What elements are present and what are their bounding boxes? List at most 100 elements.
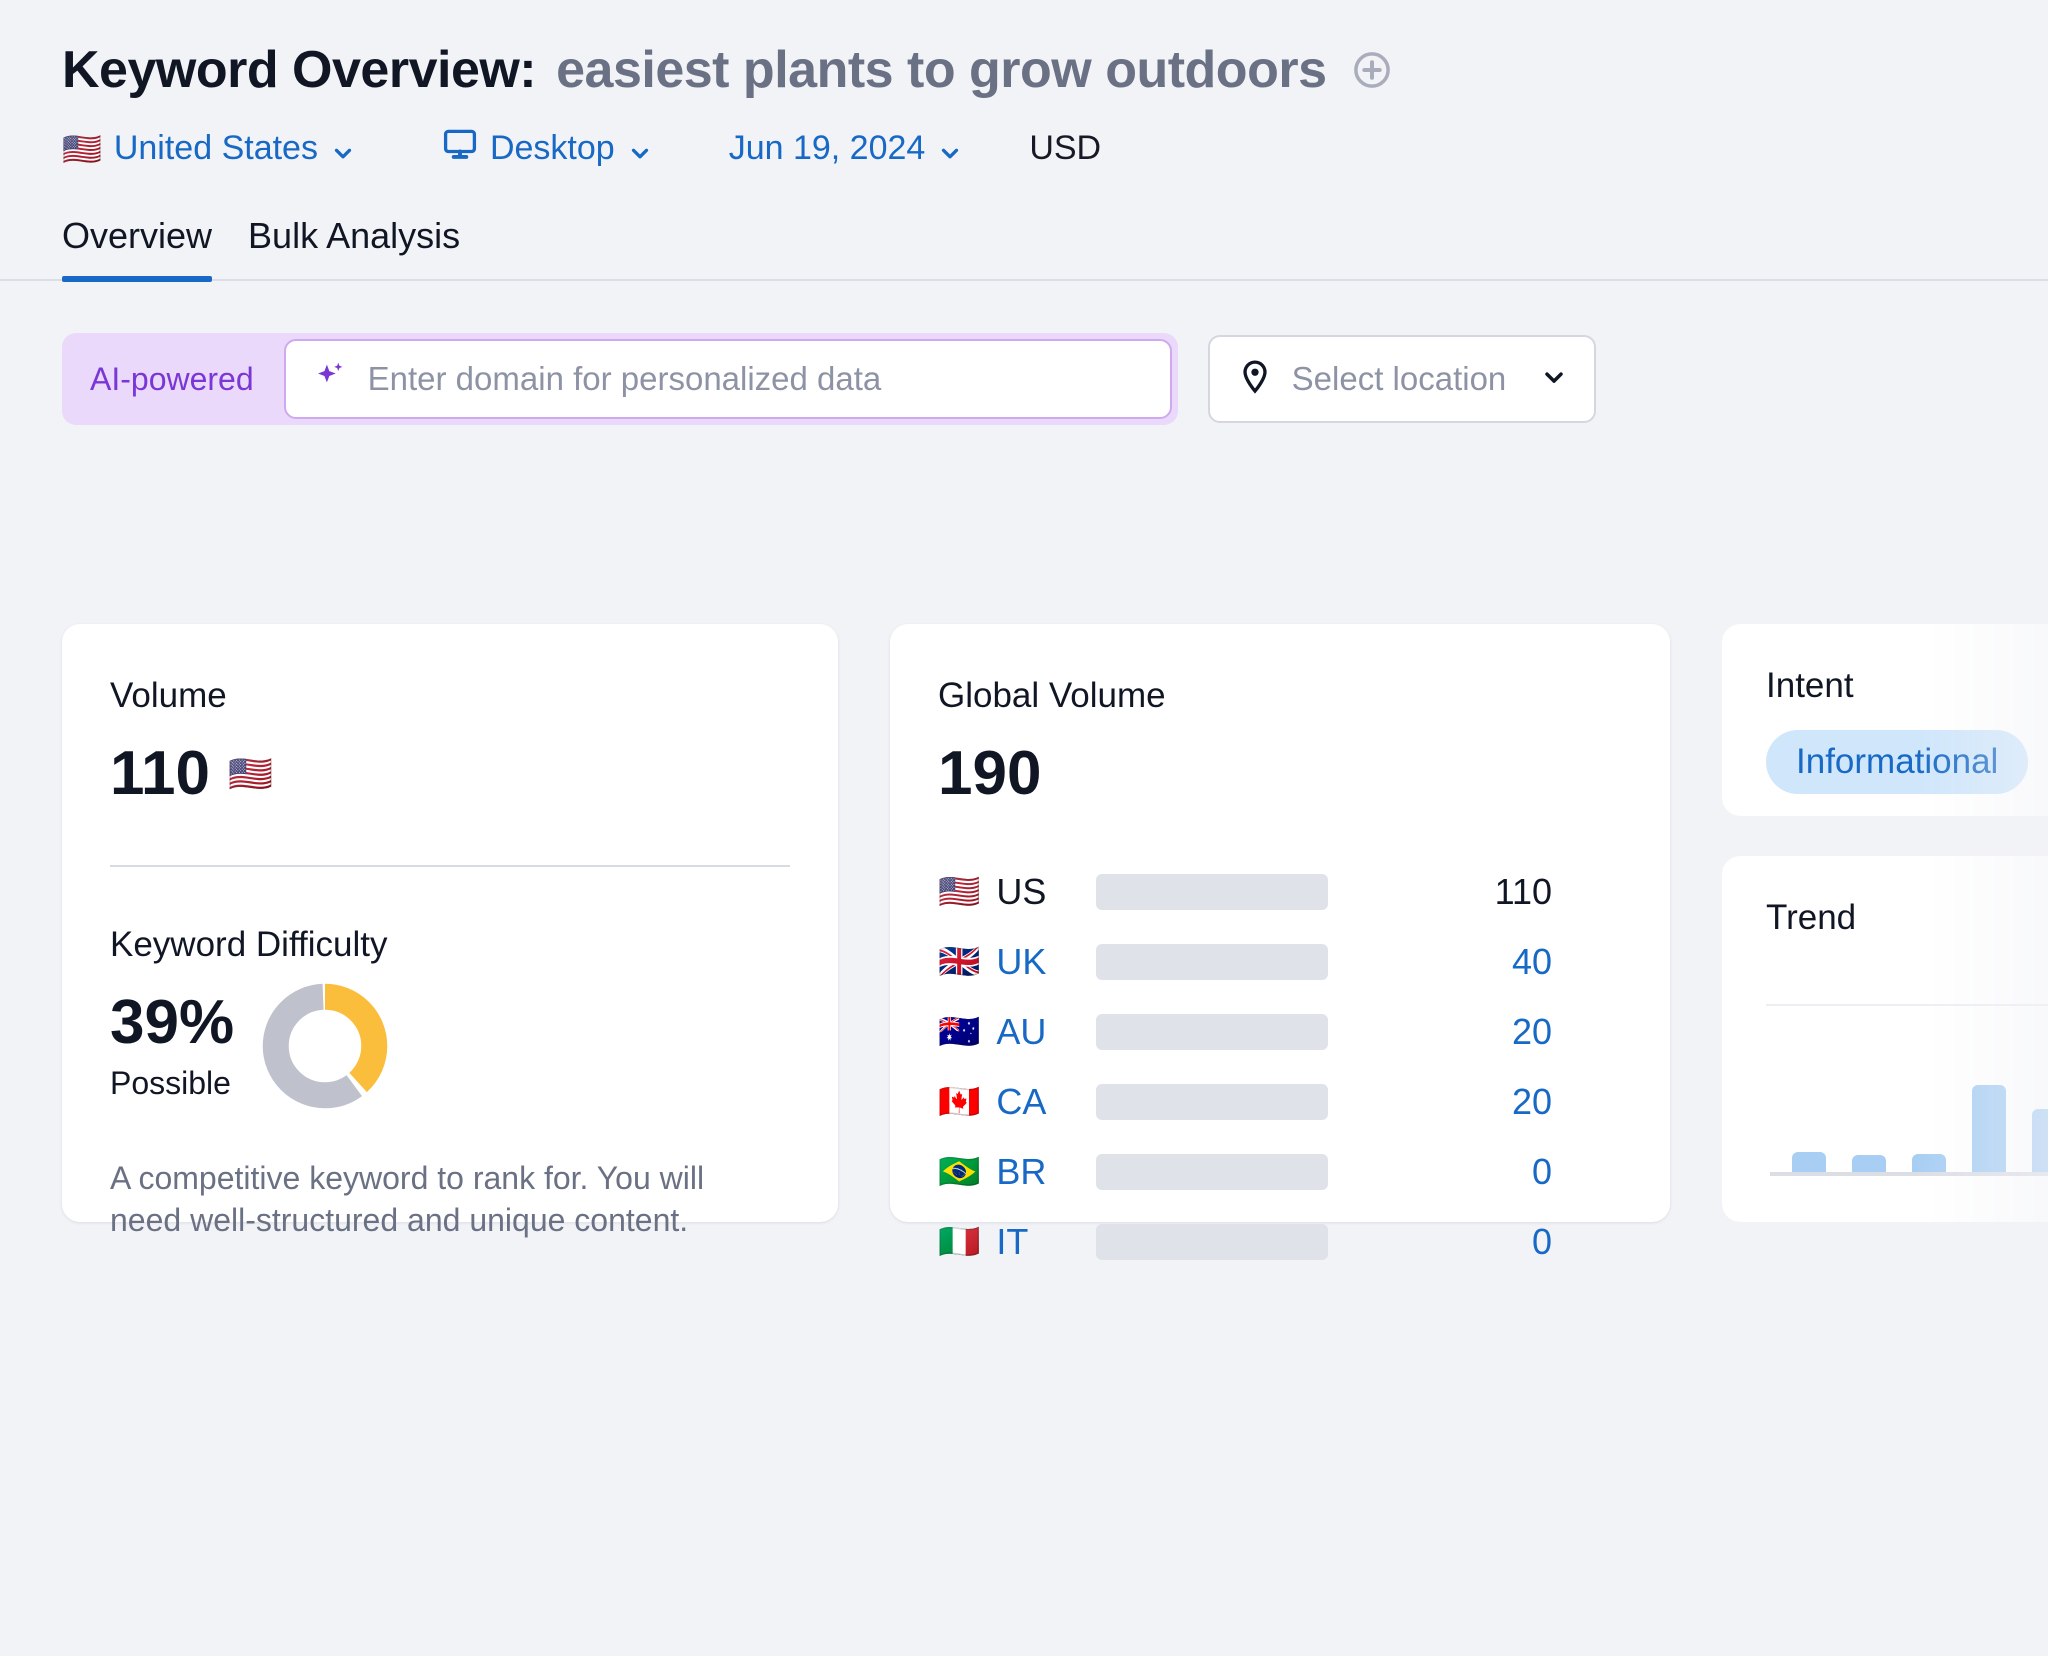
volume-value-row: 110 🇺🇸 bbox=[110, 738, 790, 809]
trend-bar bbox=[2032, 1109, 2048, 1172]
tab-bulk-analysis-label: Bulk Analysis bbox=[248, 215, 461, 256]
country-volume-value: 40 bbox=[1511, 941, 1552, 982]
country-identity: 🇦🇺 AU bbox=[938, 1011, 1088, 1053]
country-volume-value: 0 bbox=[1531, 1151, 1552, 1192]
chevron-down-icon bbox=[627, 136, 653, 162]
country-volume-value: 20 bbox=[1511, 1081, 1552, 1122]
country-code: AU bbox=[996, 1011, 1047, 1052]
keyword-difficulty-donut-chart bbox=[262, 983, 388, 1109]
page-title-keyword: easiest plants to grow outdoors bbox=[556, 41, 1327, 99]
circle-plus-icon[interactable] bbox=[1351, 49, 1393, 91]
country-volume-value: 110 bbox=[1494, 871, 1552, 912]
chevron-down-icon bbox=[1540, 363, 1568, 396]
country-volume-row[interactable]: 🇦🇺 AU 20 bbox=[938, 997, 1622, 1067]
domain-input-placeholder: Enter domain for personalized data bbox=[367, 360, 882, 397]
tab-bar-divider bbox=[0, 279, 2048, 281]
chevron-down-icon bbox=[330, 136, 356, 162]
monitor-icon bbox=[442, 126, 478, 171]
intent-badge[interactable]: Informational bbox=[1766, 730, 2029, 794]
card-divider bbox=[110, 865, 790, 867]
chevron-down-icon bbox=[937, 136, 963, 162]
country-identity: 🇧🇷 BR bbox=[938, 1151, 1088, 1193]
trend-bar bbox=[1792, 1152, 1826, 1172]
country-code: BR bbox=[996, 1151, 1047, 1192]
map-pin-icon bbox=[1236, 358, 1274, 401]
country-volume-row[interactable]: 🇺🇸 US 110 bbox=[938, 857, 1622, 927]
country-flag-icon: 🇨🇦 bbox=[938, 1083, 981, 1121]
trend-baseline bbox=[1770, 1172, 2048, 1176]
volume-value: 110 bbox=[110, 739, 211, 808]
country-volume-row[interactable]: 🇨🇦 CA 20 bbox=[938, 1067, 1622, 1137]
country-volume-bar-track bbox=[1096, 1014, 1328, 1050]
keyword-difficulty-status: Possible bbox=[110, 1065, 231, 1102]
country-flag-icon: 🇦🇺 bbox=[938, 1013, 981, 1051]
tab-bulk-analysis[interactable]: Bulk Analysis bbox=[248, 215, 460, 279]
page-title-prefix: Keyword Overview: bbox=[62, 41, 537, 99]
country-code: IT bbox=[996, 1221, 1029, 1262]
trend-bar bbox=[1912, 1153, 1946, 1172]
trend-card: Trend bbox=[1722, 856, 2048, 1222]
trend-rule bbox=[1766, 1004, 2048, 1006]
domain-input[interactable]: Enter domain for personalized data bbox=[283, 339, 1172, 419]
country-identity: 🇺🇸 US bbox=[938, 871, 1088, 913]
global-volume-value-row: 190 bbox=[938, 738, 1622, 809]
country-volume-bar-track bbox=[1096, 1154, 1328, 1190]
volume-label: Volume bbox=[110, 676, 227, 715]
report-filters: 🇺🇸 United States Desktop Jun 19, 2024 US… bbox=[62, 126, 2048, 171]
keyword-difficulty-description: A competitive keyword to rank for. You w… bbox=[110, 1160, 705, 1239]
keyword-difficulty-label: Keyword Difficulty bbox=[110, 925, 388, 964]
country-volume-list: 🇺🇸 US 110 🇬🇧 UK 40 🇦🇺 AU 20 🇨🇦 CA 20 🇧🇷 BR 0 🇮🇹 IT 0 bbox=[938, 857, 1622, 1277]
keyword-difficulty-row: 39% Possible bbox=[110, 981, 790, 1111]
country-flag-icon: 🇺🇸 bbox=[938, 873, 981, 911]
country-volume-bar-track bbox=[1096, 944, 1328, 980]
tab-overview[interactable]: Overview bbox=[62, 215, 213, 282]
volume-country-flag-icon: 🇺🇸 bbox=[228, 752, 273, 794]
country-code: UK bbox=[996, 941, 1047, 982]
date-selector[interactable]: Jun 19, 2024 bbox=[729, 129, 964, 168]
tab-bar: Overview Bulk Analysis bbox=[0, 215, 2048, 282]
intent-label: Intent bbox=[1766, 666, 1854, 705]
country-flag-icon: 🇬🇧 bbox=[938, 943, 981, 981]
ai-domain-field-group: AI-powered Enter domain for personalized… bbox=[62, 333, 1178, 425]
country-volume-value: 0 bbox=[1531, 1221, 1552, 1262]
location-placeholder: Select location bbox=[1291, 360, 1507, 397]
country-volume-row[interactable]: 🇬🇧 UK 40 bbox=[938, 927, 1622, 997]
country-volume-bar-track bbox=[1096, 1084, 1328, 1120]
keyword-difficulty-value: 39% bbox=[110, 987, 235, 1057]
device-label: Desktop bbox=[489, 129, 615, 167]
global-volume-value: 190 bbox=[938, 739, 1042, 808]
trend-bar bbox=[1972, 1085, 2006, 1172]
country-volume-value: 20 bbox=[1511, 1011, 1552, 1052]
keyword-overview-page: Keyword Overview: easiest plants to grow… bbox=[0, 0, 2048, 1656]
location-selector[interactable]: Select location bbox=[1207, 335, 1597, 423]
country-code: US bbox=[996, 871, 1047, 912]
country-flag-icon: 🇺🇸 bbox=[62, 130, 102, 167]
personalization-bar: AI-powered Enter domain for personalized… bbox=[0, 333, 2048, 425]
country-volume-row[interactable]: 🇧🇷 BR 0 bbox=[938, 1137, 1622, 1207]
country-code: CA bbox=[996, 1081, 1047, 1122]
trend-bar bbox=[1852, 1155, 1886, 1172]
currency-label: USD bbox=[1029, 129, 1102, 167]
intent-card: Intent Informational bbox=[1722, 624, 2048, 816]
global-volume-card: Global Volume 190 🇺🇸 US 110 🇬🇧 UK 40 🇦🇺 AU 20 🇨🇦 C… bbox=[890, 624, 1670, 1262]
country-volume-bar-track bbox=[1096, 874, 1328, 910]
country-identity: 🇨🇦 CA bbox=[938, 1081, 1088, 1123]
country-flag-icon: 🇧🇷 bbox=[938, 1153, 981, 1191]
country-selector[interactable]: 🇺🇸 United States bbox=[62, 129, 356, 168]
ai-powered-badge: AI-powered bbox=[90, 360, 254, 397]
country-volume-row[interactable]: 🇮🇹 IT 0 bbox=[938, 1207, 1622, 1277]
trend-label: Trend bbox=[1766, 898, 1857, 937]
country-volume-bar-track bbox=[1096, 1224, 1328, 1260]
country-identity: 🇬🇧 UK bbox=[938, 941, 1088, 983]
page-header: Keyword Overview: easiest plants to grow… bbox=[0, 0, 2048, 171]
device-selector[interactable]: Desktop bbox=[442, 126, 653, 171]
sparkle-icon bbox=[312, 358, 350, 401]
global-volume-label: Global Volume bbox=[938, 676, 1166, 715]
date-label: Jun 19, 2024 bbox=[728, 129, 926, 167]
country-identity: 🇮🇹 IT bbox=[938, 1221, 1088, 1263]
page-title: Keyword Overview: easiest plants to grow… bbox=[62, 40, 2048, 100]
volume-card: Volume 110 🇺🇸 Keyword Difficulty 39% Pos… bbox=[62, 624, 838, 1238]
tab-overview-label: Overview bbox=[62, 215, 213, 256]
trend-bar-chart bbox=[1770, 1026, 2048, 1176]
country-label: United States bbox=[113, 129, 318, 167]
